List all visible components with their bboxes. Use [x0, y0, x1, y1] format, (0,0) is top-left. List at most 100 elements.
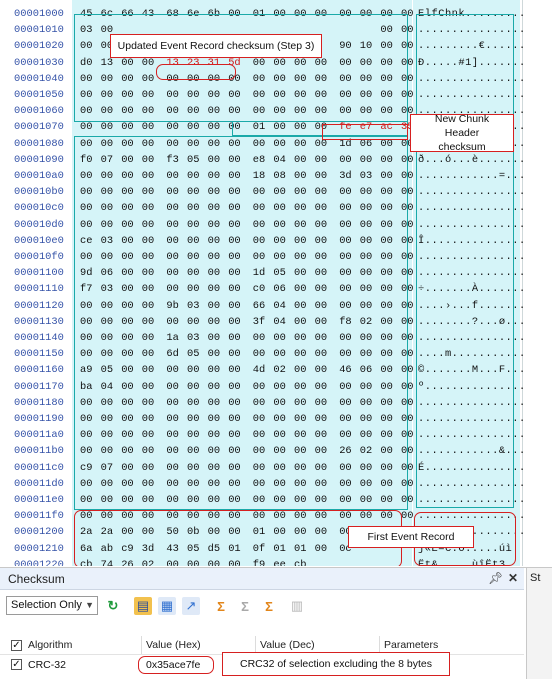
- hex-byte[interactable]: 00: [294, 200, 306, 216]
- hex-byte[interactable]: 00: [380, 346, 392, 362]
- hex-byte[interactable]: 00: [273, 87, 285, 103]
- hex-byte[interactable]: 00: [315, 168, 327, 184]
- checksum-results-table[interactable]: ✓ Algorithm Value (Hex) Value (Dec) Para…: [0, 636, 524, 679]
- hex-byte[interactable]: 00: [80, 298, 92, 314]
- ascii-text[interactable]: ................: [418, 200, 526, 216]
- hex-byte[interactable]: 00: [101, 492, 113, 508]
- hex-byte[interactable]: 66: [121, 6, 133, 22]
- hex-byte[interactable]: 00: [142, 379, 154, 395]
- hex-row[interactable]: 00001120 00 00 00 00 9b 03 00 00 66 04 00 00 00 00 00 00…: [0, 298, 525, 314]
- hex-byte[interactable]: 00: [228, 411, 240, 427]
- hex-byte[interactable]: 01: [294, 541, 306, 557]
- hex-byte[interactable]: 00: [121, 249, 133, 265]
- hex-byte[interactable]: 00: [142, 524, 154, 540]
- crc32-checkbox[interactable]: ✓: [11, 659, 22, 670]
- hex-byte[interactable]: 00: [121, 346, 133, 362]
- hex-byte[interactable]: 00: [253, 87, 265, 103]
- hex-byte[interactable]: 00: [142, 427, 154, 443]
- hex-byte[interactable]: 00: [208, 362, 220, 378]
- hex-byte[interactable]: 00: [401, 55, 413, 71]
- hex-byte[interactable]: 00: [253, 492, 265, 508]
- ascii-text[interactable]: ............=...: [418, 168, 526, 184]
- hex-byte[interactable]: 00: [360, 200, 372, 216]
- hex-byte[interactable]: 00: [273, 233, 285, 249]
- hex-byte[interactable]: 00: [380, 443, 392, 459]
- hex-byte[interactable]: 00: [208, 330, 220, 346]
- hex-byte[interactable]: 00: [121, 362, 133, 378]
- hex-byte[interactable]: 00: [253, 249, 265, 265]
- hex-editor-view[interactable]: 00001000 45 6c 66 43 68 6e 6b 00 01 00 00 00 00 00 00 00…: [0, 0, 538, 566]
- hex-byte[interactable]: 00: [166, 443, 178, 459]
- hex-byte[interactable]: 00: [294, 103, 306, 119]
- hex-byte[interactable]: 00: [401, 443, 413, 459]
- hex-byte[interactable]: 00: [360, 152, 372, 168]
- hex-byte[interactable]: 00: [273, 119, 285, 135]
- hex-byte[interactable]: 00: [142, 508, 154, 524]
- hex-byte[interactable]: 00: [339, 460, 351, 476]
- hex-byte[interactable]: 43: [142, 6, 154, 22]
- hex-byte[interactable]: 00: [339, 217, 351, 233]
- hex-byte[interactable]: 00: [380, 476, 392, 492]
- hex-byte[interactable]: 26: [121, 557, 133, 566]
- hex-byte[interactable]: 00: [401, 362, 413, 378]
- hex-byte[interactable]: 00: [315, 411, 327, 427]
- hex-byte[interactable]: 00: [339, 200, 351, 216]
- hex-byte[interactable]: 00: [121, 71, 133, 87]
- hex-byte[interactable]: 00: [187, 168, 199, 184]
- hex-byte[interactable]: 00: [187, 249, 199, 265]
- hex-byte[interactable]: 00: [253, 217, 265, 233]
- hex-byte[interactable]: 00: [253, 71, 265, 87]
- hex-byte[interactable]: 04: [273, 152, 285, 168]
- hex-byte[interactable]: 00: [315, 87, 327, 103]
- hex-byte[interactable]: 00: [166, 476, 178, 492]
- hex-byte[interactable]: 00: [315, 379, 327, 395]
- ascii-text[interactable]: ................: [418, 249, 526, 265]
- hex-row[interactable]: 000010c0 00 00 00 00 00 00 00 00 00 00 00 00 00 00 00 00…: [0, 200, 525, 216]
- hex-byte[interactable]: 00: [360, 265, 372, 281]
- hex-byte[interactable]: 00: [360, 249, 372, 265]
- hex-row[interactable]: 000011b0 00 00 00 00 00 00 00 00 00 00 00 00 26 02 00 00…: [0, 443, 525, 459]
- hex-byte[interactable]: 00: [166, 103, 178, 119]
- hex-byte[interactable]: 46: [339, 362, 351, 378]
- hex-byte[interactable]: 00: [101, 87, 113, 103]
- hex-byte[interactable]: c9: [121, 541, 133, 557]
- hex-byte[interactable]: 00: [380, 362, 392, 378]
- hex-row[interactable]: 000011d0 00 00 00 00 00 00 00 00 00 00 00 00 00 00 00 00…: [0, 476, 525, 492]
- hex-byte[interactable]: 00: [380, 38, 392, 54]
- hex-byte[interactable]: 00: [315, 395, 327, 411]
- hex-byte[interactable]: 00: [294, 508, 306, 524]
- hex-byte[interactable]: 00: [339, 395, 351, 411]
- copy-selected-icon[interactable]: ▦: [158, 597, 176, 615]
- hex-byte[interactable]: 00: [142, 136, 154, 152]
- hex-byte[interactable]: 00: [380, 492, 392, 508]
- hex-byte[interactable]: 00: [339, 427, 351, 443]
- hex-byte[interactable]: 00: [166, 136, 178, 152]
- hex-row[interactable]: 000011e0 00 00 00 00 00 00 00 00 00 00 00 00 00 00 00 00…: [0, 492, 525, 508]
- hex-byte[interactable]: 00: [121, 330, 133, 346]
- hex-byte[interactable]: 66: [253, 298, 265, 314]
- hex-byte[interactable]: 00: [294, 427, 306, 443]
- hex-row[interactable]: 00001000 45 6c 66 43 68 6e 6b 00 01 00 00 00 00 00 00 00…: [0, 6, 525, 22]
- hex-byte[interactable]: 00: [80, 395, 92, 411]
- hex-byte[interactable]: 3f: [253, 314, 265, 330]
- hex-row[interactable]: 00001140 00 00 00 00 1a 03 00 00 00 00 00 00 00 00 00 00…: [0, 330, 525, 346]
- hex-byte[interactable]: 00: [187, 200, 199, 216]
- hex-byte[interactable]: 6e: [187, 6, 199, 22]
- hex-byte[interactable]: 00: [315, 71, 327, 87]
- hex-byte[interactable]: 00: [294, 460, 306, 476]
- hex-byte[interactable]: 00: [253, 427, 265, 443]
- hex-byte[interactable]: 00: [121, 524, 133, 540]
- hex-byte[interactable]: 00: [142, 395, 154, 411]
- hex-byte[interactable]: 00: [166, 557, 178, 566]
- hex-byte[interactable]: 00: [294, 314, 306, 330]
- hex-byte[interactable]: 00: [360, 233, 372, 249]
- hex-byte[interactable]: 00: [80, 346, 92, 362]
- hex-byte[interactable]: 00: [360, 411, 372, 427]
- hex-byte[interactable]: 00: [401, 379, 413, 395]
- hex-byte[interactable]: 00: [360, 217, 372, 233]
- hex-byte[interactable]: 00: [228, 168, 240, 184]
- hex-byte[interactable]: 00: [401, 427, 413, 443]
- hex-byte[interactable]: 00: [401, 411, 413, 427]
- hex-byte[interactable]: 00: [380, 6, 392, 22]
- ascii-text[interactable]: ............&...: [418, 443, 526, 459]
